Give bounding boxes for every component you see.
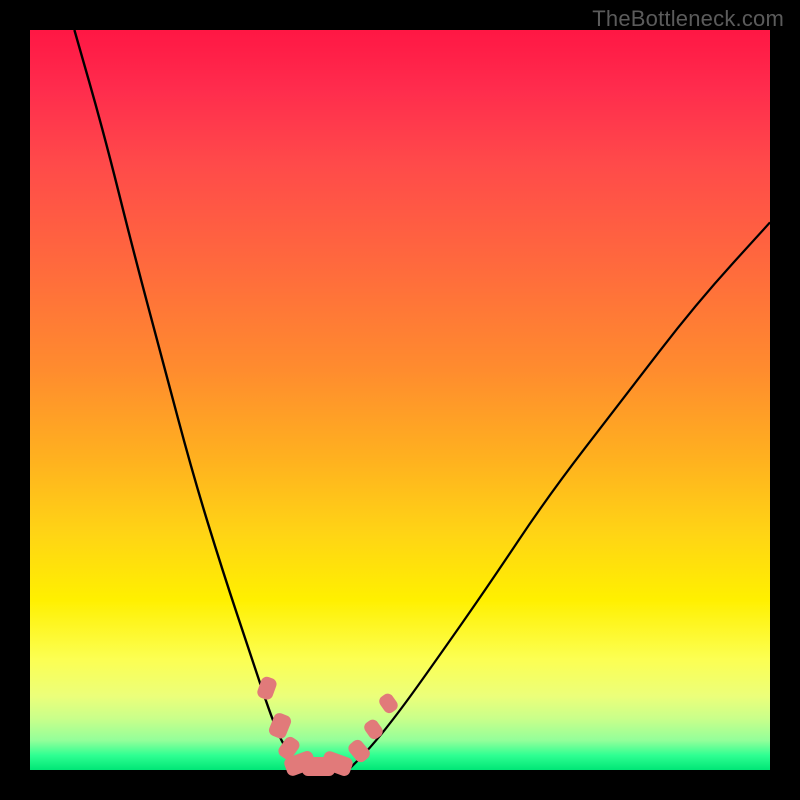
left-curve: [74, 30, 303, 770]
watermark-text: TheBottleneck.com: [592, 6, 784, 32]
plot-area: [30, 30, 770, 770]
chart-frame: TheBottleneck.com: [0, 0, 800, 800]
right-curve: [348, 222, 770, 770]
curves-layer: [30, 30, 770, 770]
